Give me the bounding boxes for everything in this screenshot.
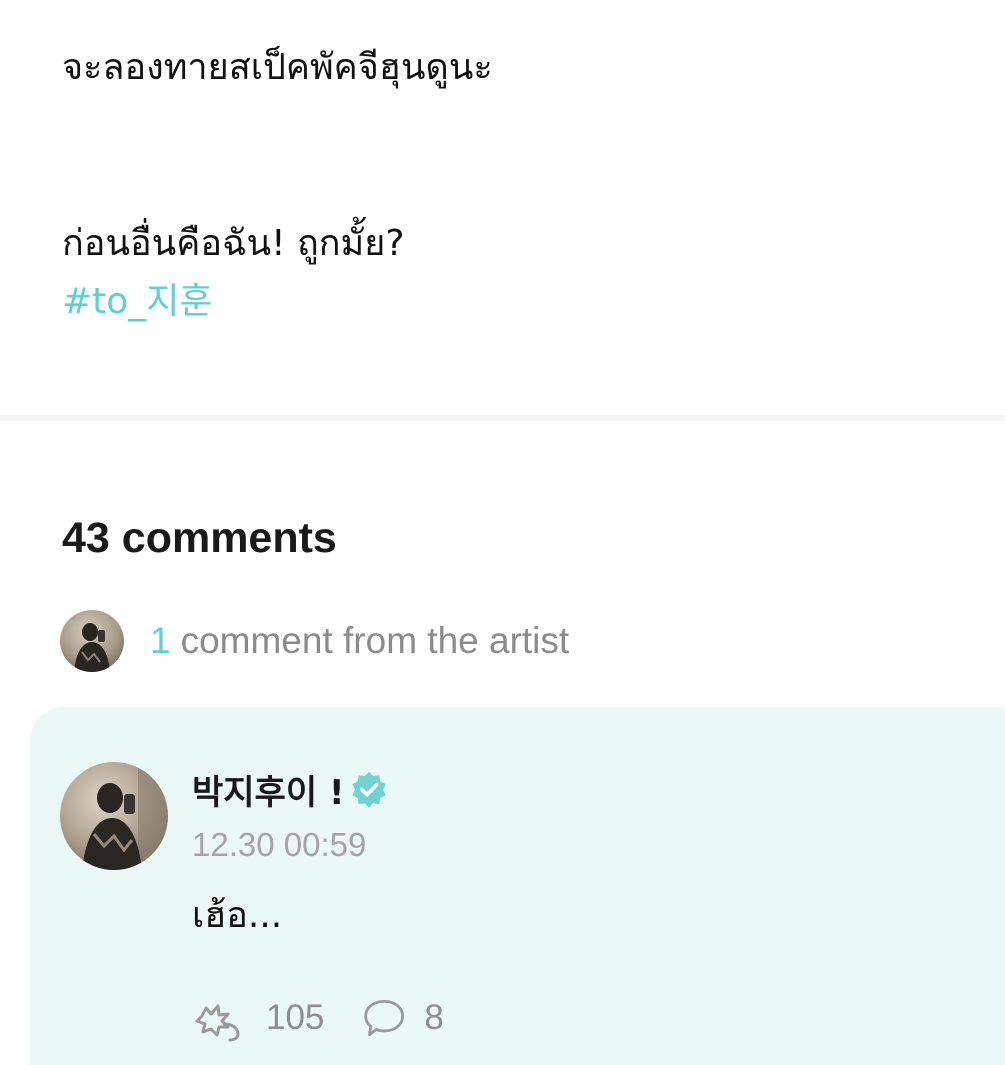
post-hashtag-link[interactable]: #to_지훈 (62, 278, 213, 326)
avatar (60, 610, 124, 672)
post-text-line-1: จะลองทายสเป็คพัคจีฮุนดูนะ (62, 47, 493, 88)
artist-comment-label: comment from the artist (180, 620, 570, 661)
sparkle-like-icon[interactable] (192, 994, 244, 1042)
artist-comment-count: 1 (150, 620, 171, 661)
artist-comment-summary[interactable]: 1 comment from the artist (60, 610, 569, 672)
post-text-line-2: ก่อนอื่นคือฉัน! ถูกมั้ย? (62, 223, 405, 264)
comment-author-avatar[interactable] (60, 762, 168, 870)
comment-actions: 105 8 (192, 994, 444, 1042)
comment-timestamp: 12.30 00:59 (192, 826, 367, 863)
verified-badge-icon (352, 771, 387, 808)
reply-button[interactable]: 8 (362, 994, 444, 1042)
section-divider (0, 415, 1005, 421)
comment-author-row: 박지후이 ! (192, 765, 388, 814)
artist-comment-card (30, 707, 1005, 1065)
speech-bubble-icon (364, 1000, 405, 1036)
comment-body: เฮ้อ... (192, 895, 283, 936)
comment-author-name[interactable]: 박지후이 ! (192, 765, 344, 814)
reply-count: 8 (424, 998, 444, 1037)
post-page: จะลองทายสเป็คพัคจีฮุนดูนะ ก่อนอื่นคือฉัน… (0, 0, 1005, 1065)
like-count: 105 (266, 998, 325, 1037)
comments-count-heading: 43 comments (62, 514, 337, 562)
